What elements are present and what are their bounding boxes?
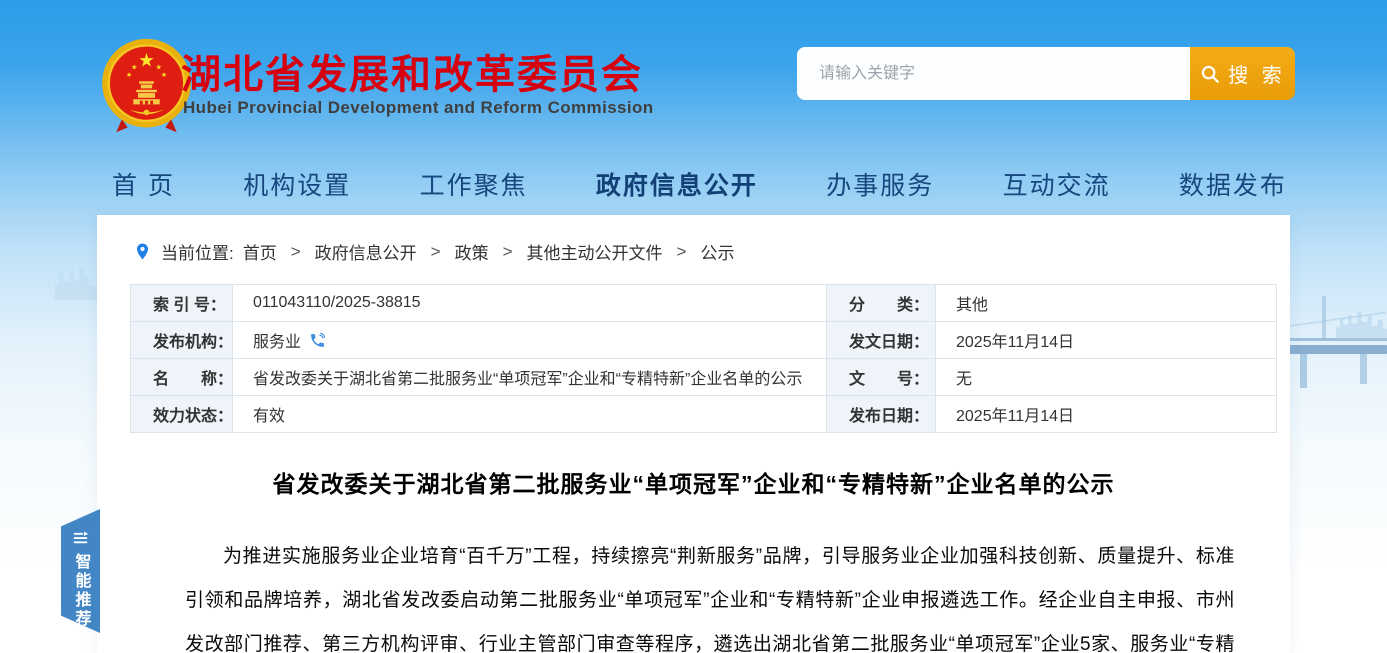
breadcrumb: 当前位置: 首页 > 政府信息公开 > 政策 > 其他主动公开文件 > 公示 bbox=[97, 215, 1290, 264]
article-title: 省发改委关于湖北省第二批服务业“单项冠军”企业和“专精特新”企业名单的公示 bbox=[97, 465, 1290, 499]
meta-label-title: 名 称： bbox=[131, 359, 233, 395]
breadcrumb-other-docs[interactable]: 其他主动公开文件 bbox=[527, 239, 663, 264]
meta-label-issue-date: 发文日期： bbox=[826, 322, 936, 358]
document-meta-table: 索 引 号： 011043110/2025-38815 分 类： 其他 发布机构… bbox=[130, 284, 1277, 433]
breadcrumb-home[interactable]: 首页 bbox=[243, 239, 277, 264]
site-title: 湖北省发展和改革委员会 bbox=[181, 42, 643, 100]
location-pin-icon bbox=[133, 242, 152, 261]
breadcrumb-separator: > bbox=[291, 242, 301, 262]
table-row: 发布机构： 服务业 发文日期： 2025年11月14日 bbox=[131, 322, 1276, 359]
table-row: 索 引 号： 011043110/2025-38815 分 类： 其他 bbox=[131, 285, 1276, 322]
nav-item-work-focus[interactable]: 工作聚焦 bbox=[420, 166, 528, 202]
meta-value-publisher: 服务业 bbox=[233, 322, 826, 358]
content-panel: 当前位置: 首页 > 政府信息公开 > 政策 > 其他主动公开文件 > 公示 索… bbox=[97, 215, 1290, 653]
city-skyline-decoration bbox=[55, 268, 97, 300]
bridge-decoration bbox=[1300, 354, 1307, 388]
meta-value-title: 省发改委关于湖北省第二批服务业“单项冠军”企业和“专精特新”企业名单的公示 bbox=[233, 359, 826, 395]
nav-item-services[interactable]: 办事服务 bbox=[826, 166, 934, 202]
meta-value-pub-date: 2025年11月14日 bbox=[936, 396, 1276, 432]
nav-item-data[interactable]: 数据发布 bbox=[1179, 166, 1287, 202]
breadcrumb-policy[interactable]: 政策 bbox=[455, 239, 489, 264]
list-arrow-icon bbox=[72, 531, 89, 545]
nav-item-interaction[interactable]: 互动交流 bbox=[1003, 166, 1111, 202]
site-header: 湖北省发展和改革委员会 Hubei Provincial Development… bbox=[0, 0, 1387, 150]
smart-recommend-tab[interactable]: 智能推荐 bbox=[61, 509, 100, 633]
main-nav: 首 页 机构设置 工作聚焦 政府信息公开 办事服务 互动交流 数据发布 bbox=[0, 158, 1387, 210]
breadcrumb-notice[interactable]: 公示 bbox=[700, 239, 734, 264]
meta-label-validity: 效力状态： bbox=[131, 396, 233, 432]
table-row: 名 称： 省发改委关于湖北省第二批服务业“单项冠军”企业和“专精特新”企业名单的… bbox=[131, 359, 1276, 396]
search-bar: 搜 索 bbox=[797, 47, 1295, 100]
meta-label-category: 分 类： bbox=[826, 285, 936, 321]
meta-label-index-no: 索 引 号： bbox=[131, 285, 233, 321]
breadcrumb-separator: > bbox=[677, 242, 687, 262]
meta-value-validity: 有效 bbox=[233, 396, 826, 432]
bridge-decoration bbox=[1278, 345, 1387, 354]
breadcrumb-gov-info[interactable]: 政府信息公开 bbox=[315, 239, 417, 264]
bridge-decoration bbox=[1360, 354, 1367, 384]
city-skyline-decoration bbox=[1336, 312, 1387, 340]
bridge-decoration bbox=[1322, 296, 1326, 340]
meta-label-publisher: 发布机构： bbox=[131, 322, 233, 358]
meta-value-doc-no: 无 bbox=[936, 359, 1276, 395]
meta-value-index-no: 011043110/2025-38815 bbox=[233, 285, 826, 321]
search-button[interactable]: 搜 索 bbox=[1190, 47, 1295, 100]
breadcrumb-separator: > bbox=[431, 242, 441, 262]
magnifier-icon bbox=[1199, 63, 1221, 85]
publisher-text: 服务业 bbox=[253, 328, 301, 352]
page: 湖北省发展和改革委员会 Hubei Provincial Development… bbox=[0, 0, 1387, 653]
smart-recommend-label: 智能推荐 bbox=[69, 553, 93, 629]
phone-icon[interactable] bbox=[309, 332, 326, 349]
nav-item-org[interactable]: 机构设置 bbox=[243, 166, 351, 202]
meta-value-issue-date: 2025年11月14日 bbox=[936, 322, 1276, 358]
breadcrumb-prefix: 当前位置: bbox=[161, 239, 234, 264]
table-row: 效力状态： 有效 发布日期： 2025年11月14日 bbox=[131, 396, 1276, 433]
breadcrumb-separator: > bbox=[503, 242, 513, 262]
search-input[interactable] bbox=[797, 47, 1190, 100]
meta-label-pub-date: 发布日期： bbox=[826, 396, 936, 432]
meta-label-doc-no: 文 号： bbox=[826, 359, 936, 395]
search-button-label: 搜 索 bbox=[1228, 59, 1286, 88]
meta-value-category: 其他 bbox=[936, 285, 1276, 321]
nav-item-gov-info[interactable]: 政府信息公开 bbox=[596, 166, 758, 202]
article-paragraph: 为推进实施服务业企业培育“百千万”工程，持续擦亮“荆新服务”品牌，引导服务业企业… bbox=[97, 535, 1290, 653]
bridge-decoration bbox=[1286, 300, 1386, 340]
nav-item-home[interactable]: 首 页 bbox=[112, 166, 175, 202]
bridge-decoration bbox=[1278, 338, 1387, 341]
site-subtitle: Hubei Provincial Development and Reform … bbox=[183, 98, 654, 118]
